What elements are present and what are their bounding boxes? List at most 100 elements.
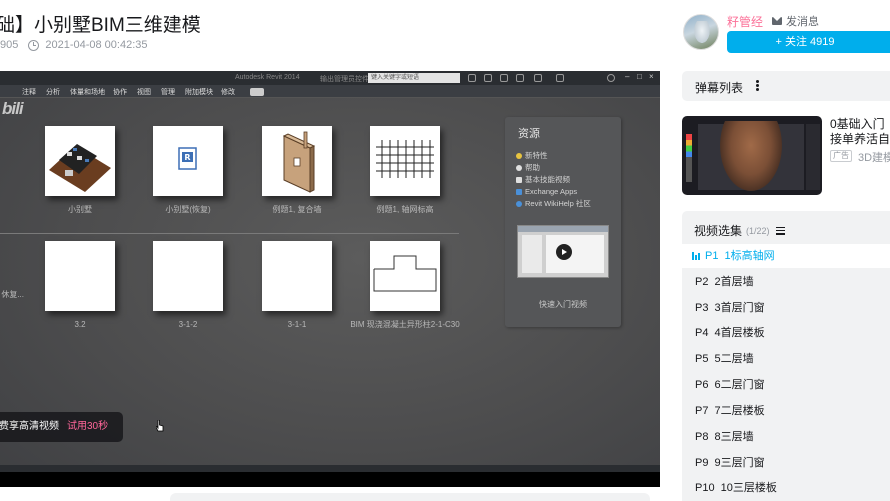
ribbon-tab: 修改 [221, 89, 235, 96]
episode-code: P8 [695, 431, 709, 443]
revit-search-input: 键入关键字或短语 [368, 73, 460, 83]
user-icon [516, 74, 524, 82]
player-bottom-area [0, 465, 660, 487]
resource-label: 基本技能视频 [525, 175, 570, 184]
project-thumb-grid-level [370, 126, 440, 196]
ad-thumbnail[interactable] [682, 116, 822, 195]
episode-item-active[interactable]: P1 1标高轴网 [682, 244, 890, 268]
episode-item[interactable]: P5 5二层墙 [682, 347, 890, 371]
ribbon-tab: 协作 [113, 89, 127, 96]
ribbon-tab: 管理 [161, 89, 175, 96]
family-thumb [262, 241, 332, 311]
project-label: 例题1, 复合墙 [272, 205, 322, 214]
resource-label: 帮助 [525, 163, 540, 172]
project-thumb-composite-wall [262, 126, 332, 196]
question-icon [607, 74, 615, 82]
hd-banner-text: 费享高清视频 [0, 421, 59, 432]
mail-icon [772, 17, 782, 25]
revit-window-title: Autodesk Revit 2014 [235, 74, 300, 81]
help-icon [516, 165, 522, 171]
quickstart-video-thumb [517, 225, 609, 278]
hd-trial-link[interactable]: 试用30秒 [67, 421, 108, 432]
resource-label: Exchange Apps [525, 187, 578, 196]
quickstart-caption: 快速入门视频 [539, 300, 587, 309]
family-label: BIM 现浇混凝土异形柱2-1-C30 [350, 320, 460, 329]
episode-item[interactable]: P9 9三层门窗 [682, 451, 890, 475]
project-label: 小别墅 [68, 205, 92, 214]
cart-icon [534, 74, 542, 82]
follow-button[interactable]: + 关注 4919 [727, 31, 890, 53]
danmaku-list-label: 弹幕列表 [695, 81, 744, 95]
play-icon [556, 244, 572, 260]
episode-item[interactable]: P8 8三层墙 [682, 425, 890, 449]
family-label: 3-1-2 [178, 320, 198, 329]
video-player[interactable]: Autodesk Revit 2014 输出管理员控件 键入关键字或短语 – □… [0, 71, 660, 487]
ad-title[interactable]: 0基础入门 接单养活自 [830, 117, 890, 147]
maximize-icon: □ [637, 72, 642, 81]
minimize-icon: – [625, 72, 630, 81]
binoculars-icon [468, 74, 476, 82]
episode-item[interactable]: P3 3首层门窗 [682, 296, 890, 320]
section-divider [0, 233, 459, 234]
episode-item[interactable]: P7 7二层楼板 [682, 399, 890, 423]
revit-ribbon-tabs: 注释 分析 体量和场地 协作 视图 管理 附加模块 修改 [0, 85, 660, 98]
uploader-name[interactable]: 籽管经 [727, 13, 763, 30]
help-icon [556, 74, 564, 82]
episode-title: 4首层楼板 [714, 327, 765, 339]
episode-code: P5 [695, 353, 709, 365]
video-meta: 905 2021-04-08 00:42:35 [0, 39, 148, 51]
resources-title: 资源 [518, 128, 540, 140]
resource-label: 新特性 [525, 151, 548, 160]
ribbon-tab: 分析 [46, 89, 60, 96]
hd-trial-banner[interactable]: 费享高清视频 试用30秒 [0, 412, 123, 442]
episode-code: P7 [695, 405, 709, 417]
episode-title: 7二层楼板 [714, 405, 765, 417]
ribbon-tab: 视图 [137, 89, 151, 96]
episode-item[interactable]: P6 6二层门窗 [682, 373, 890, 397]
episode-title: 1标高轴网 [724, 250, 775, 262]
clock-icon [28, 39, 40, 51]
ribbon-toggle-icon [250, 88, 264, 96]
episode-title: 5二层墙 [714, 353, 754, 365]
episode-item[interactable]: P2 2首层墙 [682, 270, 890, 294]
episode-code: P6 [695, 379, 709, 391]
exchange-icon [516, 189, 522, 195]
resource-item: 新特性 [516, 150, 591, 162]
episode-item[interactable]: P10 10三层楼板 [682, 476, 890, 500]
community-icon [516, 201, 522, 207]
episode-code: P1 [705, 250, 719, 262]
family-thumb [153, 241, 223, 311]
send-message-link[interactable]: 发消息 [772, 13, 819, 29]
playlist-title: 视频选集 [694, 224, 743, 238]
resources-list: 新特性 帮助 基本技能视频 Exchange Apps Revit WikiHe… [516, 150, 591, 210]
send-message-label: 发消息 [786, 16, 819, 28]
episode-title: 2首层墙 [714, 276, 754, 288]
more-vertical-icon[interactable] [756, 80, 759, 91]
playing-bars-icon [692, 252, 700, 260]
episode-title: 3首层门窗 [714, 302, 765, 314]
episode-code: P3 [695, 302, 709, 314]
list-icon[interactable] [775, 226, 785, 235]
ad-title-line: 0基础入门 [830, 117, 885, 131]
ribbon-tab: 体量和场地 [70, 89, 105, 96]
star-icon [500, 74, 508, 82]
star-icon [516, 153, 522, 159]
ad-subtitle: 3D建模 [858, 152, 890, 164]
episode-title: 6二层门窗 [714, 379, 765, 391]
danmaku-list-header[interactable]: 弹幕列表 [682, 71, 890, 101]
resource-label: Revit WikiHelp 社区 [525, 199, 591, 208]
playlist-header: 视频选集 (1/22) [694, 222, 785, 239]
episode-item[interactable]: P4 4首层楼板 [682, 321, 890, 345]
episode-code: P10 [695, 482, 715, 494]
hand-cursor-icon [156, 420, 164, 432]
episode-title: 8三层墙 [714, 431, 754, 443]
episode-code: P2 [695, 276, 709, 288]
resource-item: Revit WikiHelp 社区 [516, 198, 591, 210]
project-thumb-villa-recovered: R [153, 126, 223, 196]
network-icon [484, 74, 492, 82]
video-icon [516, 177, 522, 183]
uploader-avatar[interactable] [683, 14, 719, 50]
family-label: 3-1-1 [287, 320, 307, 329]
player-sending-bar[interactable] [170, 493, 650, 501]
episode-title: 10三层楼板 [720, 482, 777, 494]
